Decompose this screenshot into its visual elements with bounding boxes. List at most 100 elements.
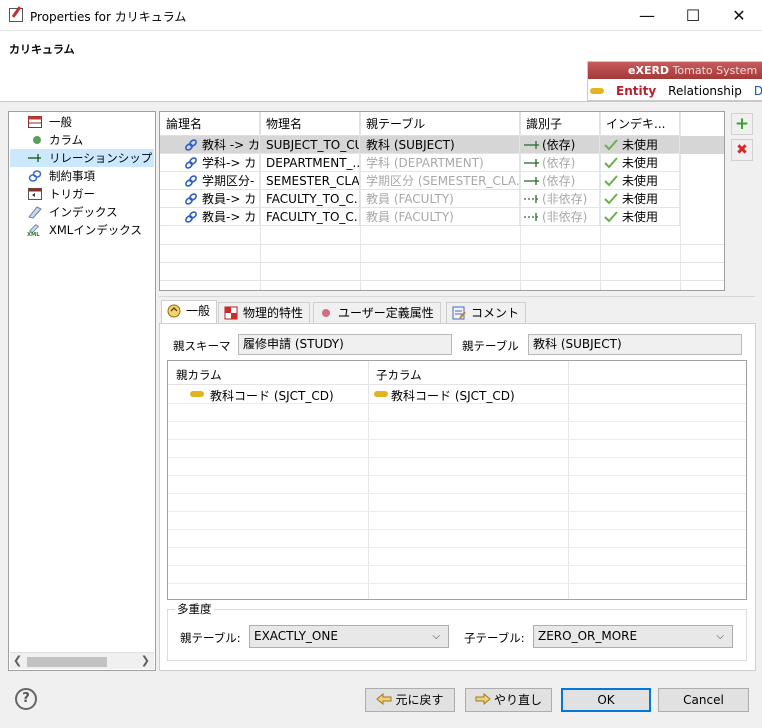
scrollbar-thumb[interactable]	[27, 657, 107, 667]
parent-multiplicity-select[interactable]: EXACTLY_ONE ⌵	[249, 625, 449, 648]
tree-item-xml-indexes[interactable]: XML XMLインデックス	[10, 221, 154, 239]
parent-schema-field: 履修申請 (STUDY)	[238, 334, 452, 355]
xml-index-icon: XML	[27, 224, 40, 237]
identifier-arrow-icon	[524, 159, 539, 167]
ok-button[interactable]: OK	[561, 688, 651, 712]
restore-defaults-button[interactable]: 元に戻す	[365, 688, 455, 712]
table-row[interactable]: 教員-> カ FACULTY_TO_C... 教員 (FACULTY) (非依存) 未使…	[160, 208, 724, 226]
minimize-icon[interactable]: —	[624, 0, 670, 31]
tree-item-label: リレーションシップ	[49, 151, 153, 165]
parent-table-field: 教科 (SUBJECT)	[528, 334, 742, 355]
key-icon	[190, 391, 204, 397]
multiplicity-legend: 多重度	[177, 602, 212, 616]
identifier-cell: (依存)	[520, 136, 600, 154]
grid-line	[168, 457, 746, 458]
parent-table-cell-text: 教員 (FACULTY)	[366, 210, 454, 224]
banner-tab-diagram[interactable]: Diag	[754, 84, 762, 98]
physical-name-cell-text: FACULTY_TO_C...	[266, 192, 360, 206]
column-mapping-table[interactable]: 親カラム 子カラム 教科コード (SJCT_CD) 教科コード (SJCT_CD…	[167, 360, 747, 600]
identifier-cell-text: (依存)	[542, 174, 576, 188]
remove-relationship-button[interactable]: ✖	[731, 139, 753, 161]
help-button[interactable]: ?	[15, 688, 37, 710]
tree-item-relationships[interactable]: リレーションシップ	[10, 149, 154, 167]
table-row[interactable]: 学期区分- SEMESTER_CLA... 学期区分 (SEMESTER_CLA..…	[160, 172, 724, 190]
banner-edition: Tomato System	[672, 64, 758, 77]
table-row[interactable]: 教科 -> カ SUBJECT_TO_CUR 教科 (SUBJECT) (依存) 未使用	[160, 136, 724, 154]
check-icon	[604, 139, 618, 151]
banner-tabs: Entity Relationship Diag	[588, 80, 762, 100]
parent-table-cell-text: 学科 (DEPARTMENT)	[366, 156, 484, 170]
identifier-cell: (依存)	[520, 172, 600, 190]
column-header-physical-name[interactable]: 物理名	[260, 112, 360, 136]
svg-text:XML: XML	[27, 232, 40, 237]
identifier-arrow-icon	[524, 141, 539, 149]
physical-name-cell: DEPARTMENT_...	[260, 154, 360, 172]
child-multiplicity-select[interactable]: ZERO_OR_MORE ⌵	[533, 625, 733, 648]
close-icon[interactable]: ✕	[716, 0, 762, 31]
column-header-parent-column[interactable]: 親カラム	[176, 367, 222, 383]
general-tab-icon	[167, 304, 181, 318]
parent-table-cell: 教員 (FACULTY)	[360, 190, 520, 208]
constraint-icon	[28, 170, 42, 182]
banner-tab-relationship[interactable]: Relationship	[668, 84, 742, 98]
column-header-index[interactable]: インデキ...	[600, 112, 680, 136]
relationship-arrow-icon	[28, 154, 41, 162]
index-cell: 未使用	[600, 136, 680, 154]
key-icon	[374, 391, 388, 397]
tab-user-defined-attributes[interactable]: ユーザー定義属性	[313, 302, 441, 324]
tree-horizontal-scrollbar[interactable]: ❮ ❯	[10, 652, 154, 669]
column-header-logical-name[interactable]: 論理名	[160, 112, 260, 136]
add-relationship-button[interactable]: +	[731, 113, 753, 135]
banner-tab-entity[interactable]: Entity	[616, 84, 656, 98]
tab-general[interactable]: 一般	[161, 300, 218, 324]
tree-item-general[interactable]: 一般	[10, 113, 154, 131]
tab-comment[interactable]: コメント	[446, 302, 527, 324]
column-header-identifier[interactable]: 識別子	[520, 112, 600, 136]
scroll-left-icon[interactable]: ❮	[13, 654, 22, 667]
index-cell: 未使用	[600, 208, 680, 226]
check-icon	[604, 175, 618, 187]
window-title: Properties for カリキュラム	[30, 10, 187, 24]
tree-item-triggers[interactable]: トリガー	[10, 185, 154, 203]
column-header-child-column[interactable]: 子カラム	[376, 367, 422, 383]
apply-button[interactable]: やり直し	[465, 688, 552, 712]
relationship-link-icon	[185, 211, 197, 223]
tree-item-indexes[interactable]: インデックス	[10, 203, 154, 221]
tree-item-constraints[interactable]: 制約事項	[10, 167, 154, 185]
relationships-table[interactable]: 論理名 物理名 親テーブル 識別子 インデキ... 教科 -> カ SUBJECT…	[159, 111, 725, 291]
tab-physical-properties[interactable]: 物理的特性	[218, 302, 311, 324]
restore-defaults-label: 元に戻す	[395, 693, 444, 707]
category-tree[interactable]: 一般 カラム リレーションシップ 制約事項 トリガー インデックス XML XM…	[8, 111, 156, 671]
tree-item-label: トリガー	[49, 187, 95, 201]
tree-item-columns[interactable]: カラム	[10, 131, 154, 149]
banner-product: eXERD	[628, 64, 670, 77]
tree-item-label: 制約事項	[49, 169, 95, 183]
scroll-right-icon[interactable]: ❯	[141, 654, 150, 667]
identifier-cell-text: (依存)	[542, 138, 576, 152]
table-row[interactable]: 学科-> カ DEPARTMENT_... 学科 (DEPARTMENT) (依存) 未…	[160, 154, 724, 172]
column-header-parent-table[interactable]: 親テーブル	[360, 112, 520, 136]
grid-line	[168, 421, 746, 422]
check-icon	[604, 157, 618, 169]
logical-name-cell-text: 教科 -> カ	[202, 138, 260, 152]
table-row[interactable]: 教科コード (SJCT_CD) 教科コード (SJCT_CD)	[168, 385, 746, 403]
logical-name-cell: 学科-> カ	[160, 154, 260, 172]
logical-name-cell-text: 教員-> カ	[202, 210, 257, 224]
index-cell: 未使用	[600, 190, 680, 208]
properties-app-icon	[9, 8, 23, 22]
parent-table-cell-text: 教員 (FACULTY)	[366, 192, 454, 206]
tree-item-label: 一般	[49, 115, 72, 129]
redo-arrow-icon	[475, 692, 491, 706]
logical-name-cell: 教員-> カ	[160, 208, 260, 226]
check-icon	[604, 193, 618, 205]
chevron-down-icon: ⌵	[716, 631, 724, 642]
apply-label: やり直し	[493, 693, 542, 707]
physical-name-cell-text: SUBJECT_TO_CUR	[266, 138, 359, 152]
cancel-button[interactable]: Cancel	[658, 688, 749, 712]
logical-name-cell: 教科 -> カ	[160, 136, 260, 154]
table-row[interactable]: 教員-> カ FACULTY_TO_C... 教員 (FACULTY) (非依存) 未使…	[160, 190, 724, 208]
comment-icon	[452, 306, 466, 320]
maximize-icon[interactable]: ☐	[670, 0, 716, 31]
parent-multiplicity-value: EXACTLY_ONE	[254, 629, 338, 643]
tree-item-label: カラム	[49, 133, 84, 147]
